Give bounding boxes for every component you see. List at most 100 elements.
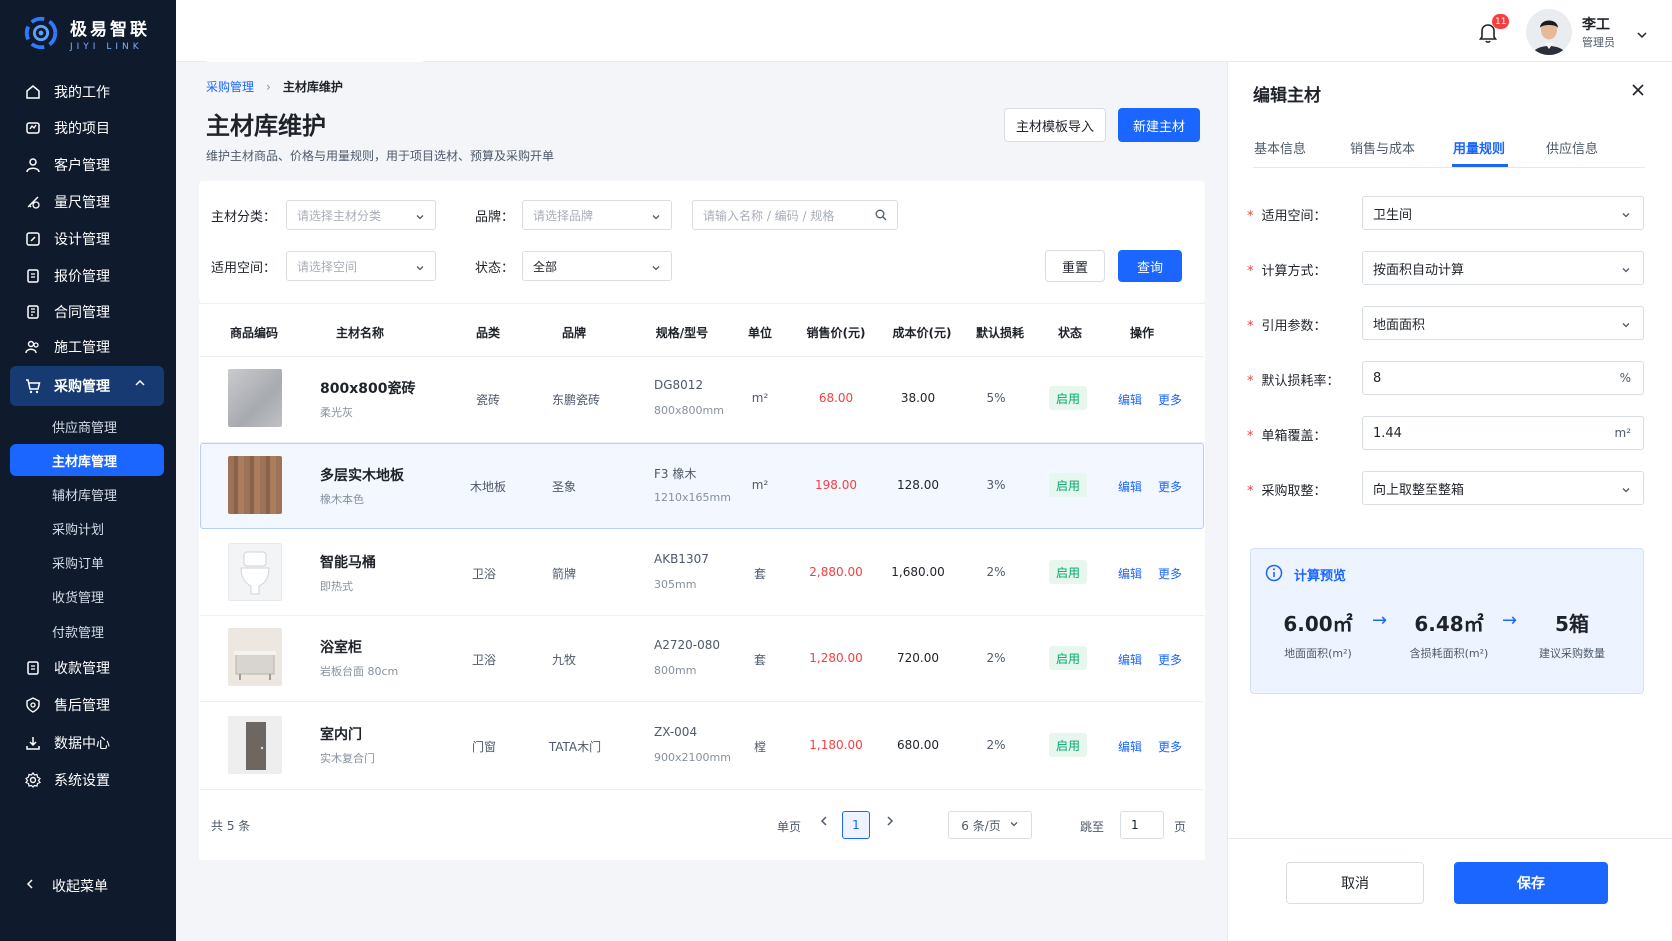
edit-link[interactable]: 编辑	[1118, 391, 1142, 408]
nav-item-customers[interactable]: 客户管理	[10, 147, 164, 183]
status-filter-label: 状态：	[475, 261, 515, 276]
rounding-label: * 采购取整：	[1247, 484, 1327, 499]
tab-basic-info[interactable]: 基本信息	[1254, 138, 1306, 157]
nav-item-design[interactable]: 设计管理	[10, 221, 164, 257]
team-icon	[24, 338, 42, 356]
category-cell: 木地板	[469, 480, 506, 494]
chevron-down-icon[interactable]	[1636, 26, 1648, 45]
vanity-image	[234, 651, 276, 680]
cancel-button[interactable]: 取消	[1286, 862, 1424, 904]
prev-page-icon[interactable]	[818, 815, 830, 830]
field-value: 向上取整至整箱	[1373, 482, 1465, 498]
ref-param-select[interactable]: 地面面积	[1362, 306, 1644, 340]
category-select-placeholder: 请选择主材分类	[297, 208, 382, 223]
space-filter-label: 适用空间：	[211, 261, 277, 276]
sub-item-main-materials[interactable]: 主材库管理	[10, 444, 164, 476]
next-page-icon[interactable]	[884, 815, 896, 830]
tab-sales-cost[interactable]: 销售与成本	[1350, 138, 1415, 157]
sub-item-label: 付款管理	[52, 625, 105, 641]
loss-cell: 2%	[986, 651, 1006, 665]
field-value: 地面面积	[1373, 317, 1426, 333]
import-template-button[interactable]: 主材模板导入	[1004, 108, 1106, 142]
rounding-select[interactable]: 向上取整至整箱	[1362, 471, 1644, 505]
nav-item-my-projects[interactable]: 我的项目	[10, 110, 164, 146]
page-suffix: 页	[1174, 820, 1187, 834]
search-icon[interactable]	[875, 209, 887, 224]
logo-icon	[24, 16, 58, 50]
sub-item-suppliers[interactable]: 供应商管理	[10, 410, 164, 442]
new-material-button[interactable]: 新建主材	[1118, 108, 1200, 142]
space-field-select[interactable]: 卫生间	[1362, 196, 1644, 230]
model-cell: F3 橡木	[654, 467, 697, 481]
edit-link[interactable]: 编辑	[1118, 738, 1142, 755]
more-link[interactable]: 更多	[1158, 565, 1182, 582]
category-cell: 门窗	[471, 740, 496, 754]
page-size-select[interactable]: 6 条/页	[948, 811, 1032, 839]
nav-item-purchasing[interactable]: 采购管理	[10, 366, 164, 406]
status-select-value: 全部	[533, 259, 558, 274]
nav-item-label: 我的项目	[54, 121, 110, 137]
collapse-menu-button[interactable]: 收起菜单	[10, 868, 164, 904]
nav-item-quotes[interactable]: 报价管理	[10, 258, 164, 294]
box-coverage-input[interactable]: 1.44 m²	[1362, 416, 1644, 450]
nav-item-contracts[interactable]: 合同管理	[10, 294, 164, 330]
more-link[interactable]: 更多	[1158, 651, 1182, 668]
category-select[interactable]: 请选择主材分类	[286, 200, 436, 230]
field-unit: %	[1619, 371, 1631, 385]
save-button[interactable]: 保存	[1454, 862, 1608, 904]
nav-item-label: 收款管理	[54, 661, 110, 677]
tab-usage-rules[interactable]: 用量规则	[1453, 138, 1505, 157]
tab-supply-info[interactable]: 供应信息	[1546, 138, 1598, 157]
brand-name: 极易智联	[70, 19, 150, 40]
avatar[interactable]	[1526, 9, 1572, 55]
field-value: 卫生间	[1373, 207, 1413, 223]
sub-item-label: 辅材库管理	[52, 488, 118, 504]
reset-button[interactable]: 重置	[1045, 250, 1105, 282]
category-cell: 瓷砖	[475, 393, 500, 407]
more-link[interactable]: 更多	[1158, 478, 1182, 495]
cost-price-cell: 1,680.00	[891, 565, 945, 579]
sale-price-cell: 68.00	[818, 391, 854, 405]
nav-item-data-center[interactable]: 数据中心	[10, 725, 164, 761]
sub-item-receiving[interactable]: 收货管理	[10, 580, 164, 612]
sub-item-aux-materials[interactable]: 辅材库管理	[10, 478, 164, 510]
loss-rate-input[interactable]: 8 %	[1362, 361, 1644, 395]
brand-logo[interactable]: 极易智联 JIYI LINK	[22, 14, 150, 52]
brand-cell: 圣象	[551, 480, 576, 494]
preview-boxes-label: 建议采购数量	[1539, 647, 1605, 660]
edit-link[interactable]: 编辑	[1118, 565, 1142, 582]
sub-item-purchase-orders[interactable]: 采购订单	[10, 546, 164, 578]
sub-item-purchase-plan[interactable]: 采购计划	[10, 512, 164, 544]
unit-cell: 套	[753, 653, 766, 667]
edit-link[interactable]: 编辑	[1118, 478, 1142, 495]
page-number-button[interactable]: 1	[842, 811, 870, 839]
model-cell: ZX-004	[654, 725, 698, 739]
jump-input[interactable]: 1	[1120, 811, 1164, 839]
search-input[interactable]: 请输入名称 / 编码 / 规格	[692, 200, 898, 230]
product-subtitle: 岩板台面 80cm	[320, 665, 399, 678]
field-label-text: 引用参数：	[1261, 319, 1327, 334]
nav-item-settings[interactable]: 系统设置	[10, 762, 164, 798]
user-name: 李工	[1582, 17, 1610, 33]
product-subtitle: 即热式	[320, 580, 353, 593]
more-link[interactable]: 更多	[1158, 391, 1182, 408]
brand-select[interactable]: 请选择品牌	[522, 200, 672, 230]
nav-item-construction[interactable]: 施工管理	[10, 329, 164, 365]
close-icon[interactable]	[1630, 82, 1646, 102]
status-select[interactable]: 全部	[522, 251, 672, 281]
field-label-text: 采购取整：	[1261, 484, 1327, 499]
nav-item-measure[interactable]: 量尺管理	[10, 184, 164, 220]
nav-item-after-sales[interactable]: 售后管理	[10, 687, 164, 723]
column-header: 主材名称	[335, 326, 384, 340]
nav-item-collections[interactable]: 收款管理	[10, 650, 164, 686]
loss-cell: 2%	[986, 565, 1006, 579]
more-link[interactable]: 更多	[1158, 738, 1182, 755]
nav-item-my-work[interactable]: 我的工作	[10, 74, 164, 110]
spec-cell: 1210x165mm	[654, 491, 731, 504]
breadcrumb-parent-link[interactable]: 采购管理	[206, 78, 254, 95]
space-select[interactable]: 请选择空间	[286, 251, 436, 281]
sub-item-payments[interactable]: 付款管理	[10, 615, 164, 647]
query-button[interactable]: 查询	[1118, 250, 1182, 282]
calc-method-select[interactable]: 按面积自动计算	[1362, 251, 1644, 285]
edit-link[interactable]: 编辑	[1118, 651, 1142, 668]
